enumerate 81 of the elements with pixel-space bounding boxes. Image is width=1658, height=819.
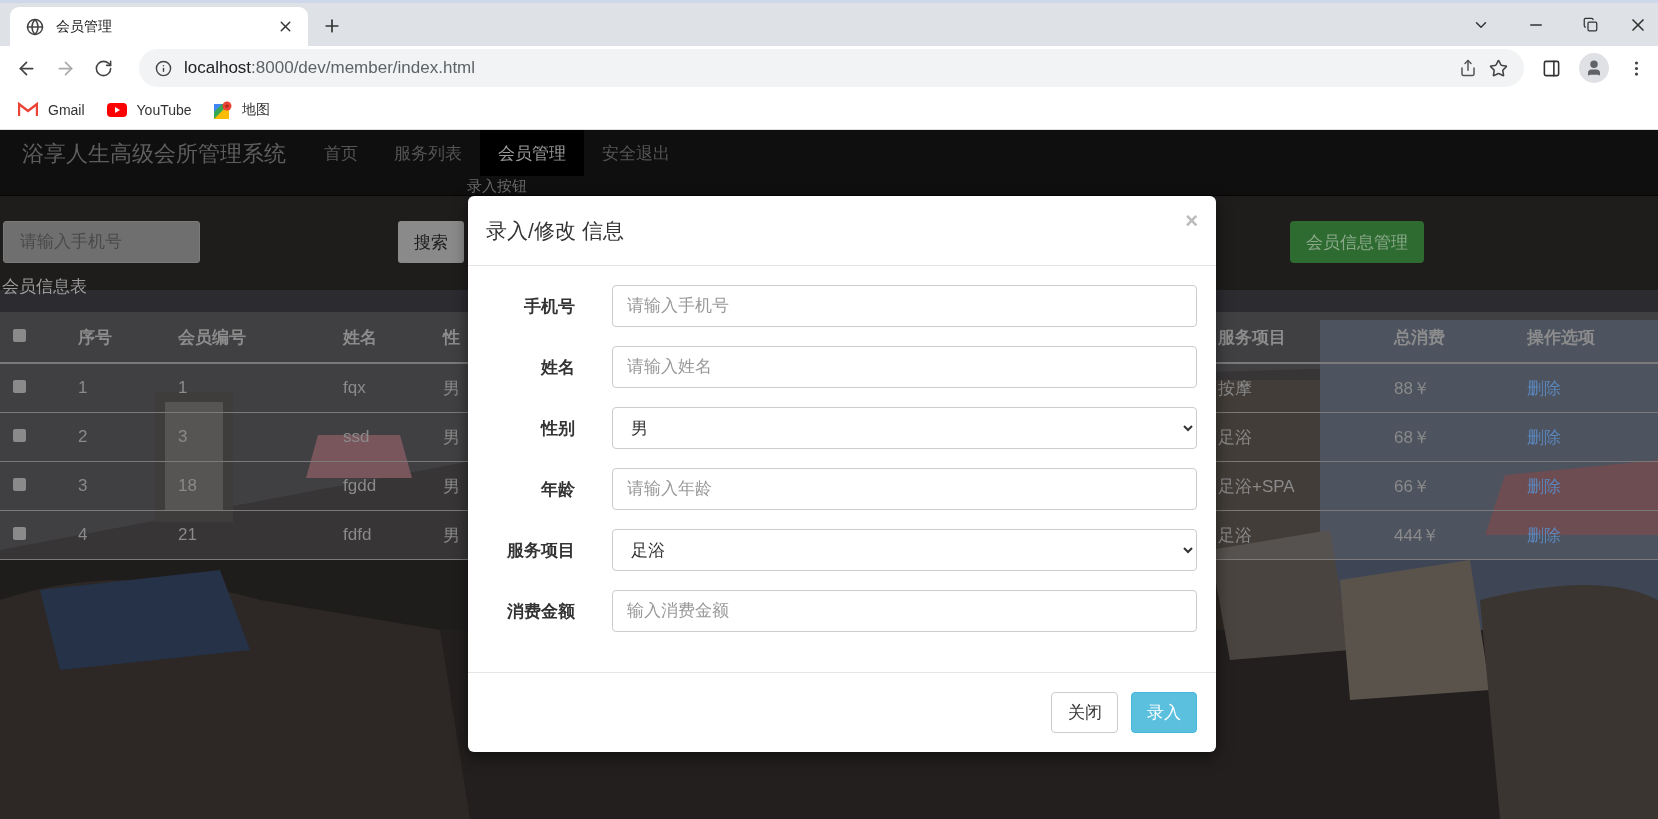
table-cell-text: 1 (77, 378, 89, 398)
submit-button[interactable]: 录入 (1131, 692, 1197, 733)
profile-avatar[interactable] (1579, 53, 1609, 83)
table-cell-text: 男 (442, 475, 461, 498)
table-cell-text: 21 (177, 525, 198, 545)
checkbox[interactable] (13, 429, 26, 442)
column-header: 操作选项 (1525, 326, 1596, 349)
field-label: 年龄 (540, 478, 575, 501)
side-panel-icon[interactable] (1542, 58, 1561, 78)
restore-icon[interactable] (1583, 17, 1598, 32)
play-icon (106, 102, 127, 117)
table-cell-text: 足浴 (1218, 524, 1253, 547)
table-cell-text: 按摩 (1218, 377, 1253, 400)
map-icon (213, 100, 232, 119)
table-cell-text: 男 (442, 377, 461, 400)
close-button[interactable]: 关闭 (1051, 692, 1118, 733)
close-button[interactable]: × (1185, 208, 1198, 234)
table-cell-text: fgdd (342, 476, 378, 496)
table-cell-text: 3 (77, 476, 89, 496)
field-label: 姓名 (539, 356, 575, 379)
table-cell-text: 1 (177, 378, 189, 398)
bookmark[interactable]: 地图 (213, 100, 270, 119)
column-header: 姓名 (341, 326, 378, 349)
field-label: 消费金额 (506, 600, 575, 623)
tab-title: 会员管理 (56, 17, 113, 36)
column-header: 服务项目 (1218, 326, 1287, 349)
column-header: 性 (441, 326, 461, 349)
column-header: 会员编号 (177, 326, 247, 349)
table-cell-text: 足浴+SPA (1218, 475, 1296, 498)
table-cell-text: 4 (77, 525, 89, 545)
field-label: 服务项目 (506, 539, 575, 562)
input-field[interactable]: 请输入姓名 (612, 346, 1197, 388)
table-cell-text: fqx (342, 378, 367, 398)
mail-icon (18, 102, 38, 117)
nav-item[interactable]: 首页 (306, 130, 376, 176)
table-cell-text: 男 (442, 426, 461, 449)
checkbox[interactable] (13, 527, 26, 540)
nav-item[interactable]: 服务列表 (376, 130, 480, 176)
hint-text: 录入按钮 (467, 177, 527, 194)
address-bar[interactable]: localhost:8000/dev/member/index.html (139, 49, 1524, 87)
select-field[interactable]: 男 (612, 407, 1197, 449)
checkbox[interactable] (13, 329, 26, 342)
bookmark[interactable]: YouTube (106, 101, 192, 118)
bookmark[interactable]: Gmail (18, 101, 85, 118)
delete-link[interactable]: 删除 (1509, 523, 1561, 547)
table-cell-text: 66￥ (1393, 475, 1431, 498)
delete-link[interactable]: 删除 (1509, 425, 1561, 449)
url-text: localhost:8000/dev/member/index.html (184, 58, 477, 78)
nav-item[interactable]: 安全退出 (584, 130, 688, 176)
column-header: 序号 (77, 326, 113, 349)
checkbox[interactable] (13, 380, 26, 393)
table-cell-text: 足浴 (1218, 426, 1253, 449)
table-cell-text: 2 (77, 427, 89, 447)
checkbox[interactable] (13, 478, 26, 491)
share-icon[interactable] (1459, 59, 1477, 77)
manage-button[interactable]: 会员信息管理 (1290, 221, 1424, 263)
input-field[interactable]: 请输入手机号 (612, 285, 1197, 327)
star-icon[interactable] (1489, 58, 1508, 78)
table-cell-text: ssd (342, 427, 371, 447)
brand-title[interactable]: 浴享人生高级会所管理系统 (22, 139, 286, 169)
table-caption: 会员信息表 (2, 276, 88, 298)
reload-icon[interactable] (94, 58, 113, 78)
table-cell-text: 68￥ (1393, 426, 1431, 449)
delete-link[interactable]: 删除 (1509, 474, 1561, 498)
table-cell-text: 444￥ (1393, 524, 1441, 547)
column-header: 总消费 (1392, 326, 1446, 349)
globe-icon (26, 17, 44, 36)
table-cell-text: 88￥ (1393, 377, 1431, 400)
field-label: 手机号 (523, 295, 575, 318)
input-field[interactable]: 请输入年龄 (612, 468, 1197, 510)
delete-link[interactable]: 删除 (1509, 376, 1561, 400)
input-field[interactable]: 输入消费金额 (612, 590, 1197, 632)
field-label: 性别 (539, 417, 575, 440)
table-cell-text: 男 (442, 524, 461, 547)
search-button[interactable]: 搜索 (398, 221, 464, 263)
info-icon (155, 59, 172, 77)
modal-title: 录入/修改 信息 (486, 217, 625, 244)
select-field[interactable]: 足浴 (612, 529, 1197, 571)
nav-item[interactable]: 会员管理 (480, 130, 584, 176)
table-cell-text: fdfd (342, 525, 373, 545)
browser-tab[interactable]: 会员管理 (10, 7, 308, 46)
